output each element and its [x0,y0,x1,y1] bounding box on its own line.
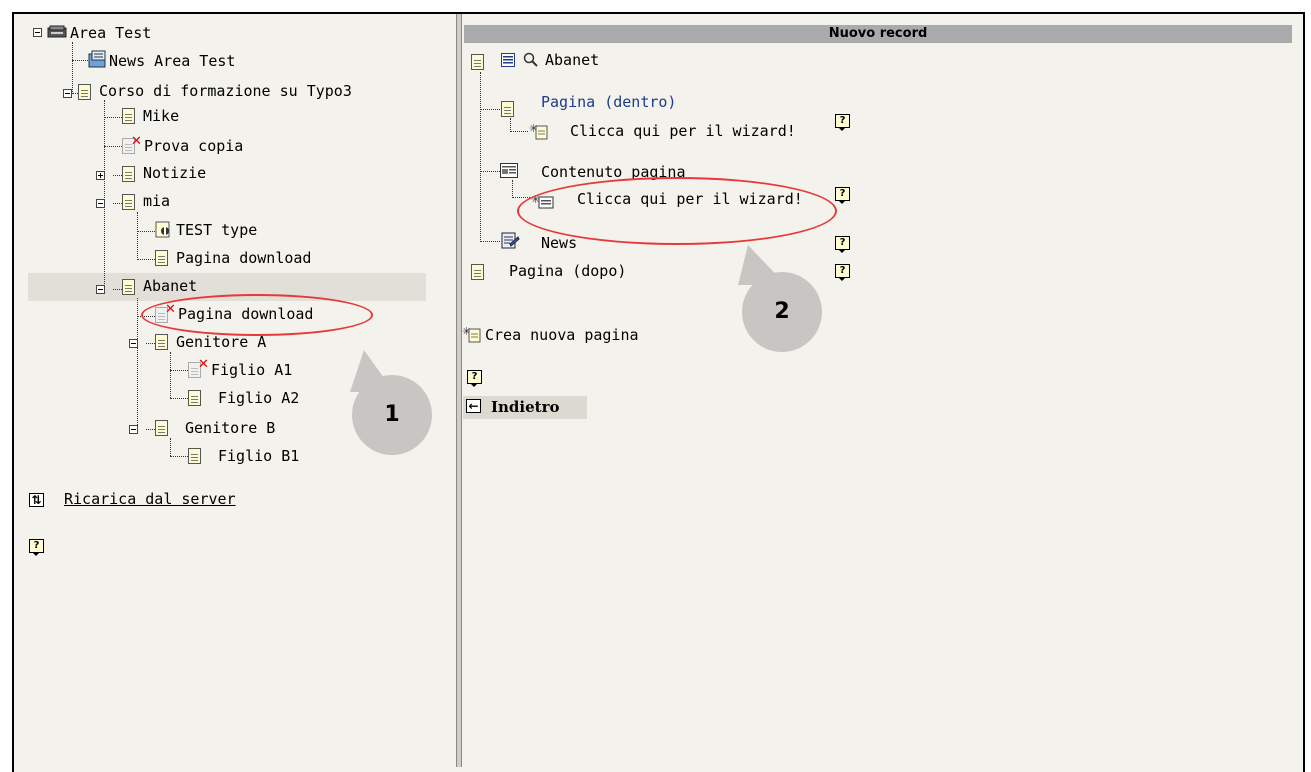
collapse-toggle[interactable] [129,339,138,348]
tree-item-mia[interactable]: mia [143,192,170,210]
tree-line [146,429,155,430]
tree-line [137,259,155,260]
tree-item-abanet[interactable]: Abanet [143,277,197,295]
tree-item-prova-copia[interactable]: Prova copia [144,137,243,155]
new-page-wizard-icon: ✳ [462,325,482,343]
tree-line [104,146,122,147]
tree-line [510,118,511,132]
tree-line [104,100,105,290]
tree-item-notizie[interactable]: Notizie [143,164,206,182]
tree-line [137,298,138,431]
help-icon[interactable]: ? [835,114,850,131]
news-folder-icon [87,50,109,70]
help-icon[interactable]: ? [835,264,850,281]
page-icon [471,264,484,280]
tree-line [137,231,155,232]
tree-line [170,438,171,456]
annotation-ring [517,177,837,245]
tree-line [480,109,500,110]
collapse-toggle[interactable] [96,199,105,208]
reload-icon[interactable]: ⇅ [29,493,44,507]
tree-item-genitore-b[interactable]: Genitore B [185,419,275,437]
search-icon[interactable] [523,52,539,68]
help-icon[interactable]: ? [835,236,850,253]
page-wizard-link[interactable]: Clicca qui per il wizard! [570,122,796,140]
wizard-page-icon: ✳ [529,122,549,140]
tree-line [480,241,500,242]
tree-line [170,398,188,399]
tree-line [480,171,500,172]
collapse-toggle[interactable] [129,425,138,434]
tree-line [480,72,481,242]
page-icon [471,54,484,70]
tree-line [170,370,188,371]
page-icon [122,108,135,124]
page-icon [188,448,201,464]
tree-line [113,175,122,176]
server-icon [47,25,67,39]
tree-item-figlio-b1[interactable]: Figlio B1 [218,447,299,465]
tree-line [72,60,88,61]
deleted-mark-icon: ✕ [131,134,142,149]
panel-header: Nuovo record [464,25,1292,43]
back-button-label[interactable]: Indietro [491,398,560,416]
page-icon [155,250,168,266]
page-icon [155,420,168,436]
page-icon [78,84,91,100]
help-icon[interactable]: ? [29,539,44,556]
page-icon [122,166,135,182]
list-view-icon [501,53,515,67]
tree-line [113,203,122,204]
collapse-toggle[interactable] [33,28,42,37]
page-icon [155,334,168,350]
page-icon [501,101,514,117]
tree-line [146,343,155,344]
shortcut-page-icon [155,221,171,238]
current-page-title: Abanet [545,51,600,69]
help-icon[interactable]: ? [467,370,482,387]
help-icon[interactable]: ? [835,187,850,204]
callout-badge: 2 [742,272,822,352]
collapse-toggle[interactable] [63,89,72,98]
annotation-ring [141,294,373,336]
page-icon [122,279,135,295]
deleted-mark-icon: ✕ [198,357,209,372]
tree-line [72,42,73,94]
tree-line [170,456,188,457]
tree-line [113,289,122,290]
back-arrow-icon: ← [466,399,481,413]
tree-line [510,131,528,132]
callout-badge: 1 [352,375,432,455]
page-icon [188,390,201,406]
new-page-after-link[interactable]: Pagina (dopo) [509,262,626,280]
tree-item-figlio-a2[interactable]: Figlio A2 [218,389,299,407]
collapse-toggle[interactable] [96,285,105,294]
create-new-page-link[interactable]: Crea nuova pagina [485,326,639,344]
content-element-icon [500,163,518,178]
news-record-icon [500,232,520,250]
reload-from-server-link[interactable]: Ricarica dal server [64,490,236,508]
tree-item-corso[interactable]: Corso di formazione su Typo3 [99,82,352,100]
tree-line [104,117,122,118]
tree-line [137,212,138,260]
tree-line [512,180,513,198]
page-icon [122,194,135,210]
tree-line [170,352,171,398]
tree-item-mike[interactable]: Mike [143,107,179,125]
tree-item-news-area-test[interactable]: News Area Test [109,52,235,70]
tree-item-pagina-download[interactable]: Pagina download [176,249,311,267]
new-page-inside-link[interactable]: Pagina (dentro) [541,93,676,111]
expand-toggle[interactable] [96,171,105,180]
tree-root-label[interactable]: Area Test [70,24,151,42]
tree-item-test-type[interactable]: TEST type [176,221,257,239]
tree-item-figlio-a1[interactable]: Figlio A1 [211,361,292,379]
